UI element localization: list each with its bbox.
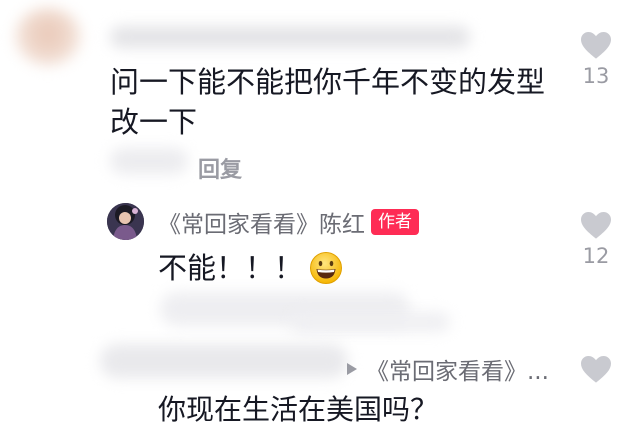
- reply-text-content: 不能！！！: [158, 251, 304, 285]
- author-name[interactable]: 《常回家看看》陈红: [158, 205, 365, 239]
- blurred-avatar: [14, 8, 82, 66]
- reply-to-name[interactable]: 《常回家看看》...: [366, 352, 549, 386]
- like-control[interactable]: 12: [576, 210, 616, 268]
- blurred-username: [110, 26, 470, 48]
- like-control[interactable]: 13: [576, 30, 616, 88]
- comment-text[interactable]: 你现在生活在美国吗？: [158, 392, 438, 428]
- blurred-region: [290, 312, 450, 332]
- comment-text-line: 问一下能不能把你千年不变的发型: [110, 65, 546, 99]
- like-count: 12: [582, 244, 610, 268]
- like-count: 13: [582, 64, 610, 88]
- reply-text[interactable]: 不能！！！: [158, 250, 343, 286]
- comment-text[interactable]: 问一下能不能把你千年不变的发型 改一下: [110, 62, 550, 142]
- author-badge: 作者: [371, 209, 419, 235]
- heart-icon[interactable]: [579, 354, 613, 384]
- avatar[interactable]: [107, 203, 144, 240]
- like-control[interactable]: [576, 354, 616, 384]
- reply-header: 《常回家看看》...: [346, 352, 549, 386]
- grinning-face-emoji-icon: [310, 252, 343, 284]
- heart-icon[interactable]: [579, 210, 613, 240]
- blurred-reply-username: [110, 148, 188, 174]
- comment-text-line: 改一下: [110, 105, 198, 139]
- reply-button[interactable]: 回复: [198, 152, 242, 184]
- reply-arrow-icon: [347, 363, 357, 375]
- heart-icon[interactable]: [579, 30, 613, 60]
- author-row: 《常回家看看》陈红 作者: [158, 206, 419, 238]
- blurred-username: [100, 344, 348, 378]
- avatar-image: [107, 203, 144, 240]
